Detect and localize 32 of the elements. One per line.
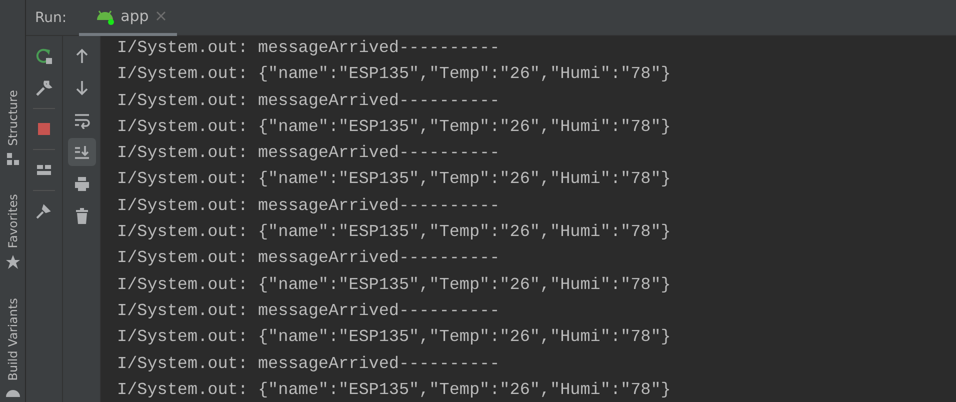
console-line: I/System.out: {"name":"ESP135","Temp":"26","Humi":"78"} (117, 169, 671, 192)
console-line: I/System.out: {"name":"ESP135","Temp":"26","Humi":"78"} (117, 274, 671, 297)
tool-window-title: Run: (35, 10, 67, 26)
console-line: I/System.out: messageArrived---------- (117, 196, 500, 218)
stop-icon (35, 120, 53, 138)
console-line: I/System.out: messageArrived---------- (117, 90, 500, 113)
console-line: I/System.out: {"name":"ESP135","Temp":"26","Humi":"78"} (117, 327, 671, 350)
pin-icon (35, 202, 53, 220)
side-tab[interactable]: Favorites (4, 194, 20, 270)
star-icon (4, 254, 20, 270)
side-tab-label: Structure (6, 90, 20, 146)
tab-label: app (120, 7, 149, 25)
console-line: I/System.out: messageArrived---------- (117, 143, 500, 166)
soft-wrap-icon (72, 111, 90, 129)
side-tab-label: Build Variants (6, 298, 20, 381)
console-line: I/System.out: {"name":"ESP135","Temp":"26","Humi":"78"} (117, 64, 671, 86)
scroll-to-end-icon (72, 143, 90, 161)
rerun-icon (35, 47, 53, 65)
console-line: I/System.out: messageArrived---------- (117, 38, 500, 60)
console-line: I/System.out: messageArrived---------- (117, 300, 500, 323)
console-line: I/System.out: {"name":"ESP135","Temp":"26","Humi":"78"} (117, 222, 671, 244)
console-line: I/System.out: {"name":"ESP135","Temp":"26","Humi":"78"} (117, 380, 671, 402)
side-tab[interactable]: Structure (6, 90, 20, 166)
wrench-icon (35, 79, 53, 97)
side-tab[interactable]: Build Variants (4, 298, 20, 397)
structure-icon (6, 152, 20, 166)
console-line: I/System.out: messageArrived---------- (117, 248, 500, 270)
console-line: I/System.out: messageArrived---------- (117, 354, 500, 376)
printer-icon (72, 175, 90, 193)
console-line: I/System.out: {"name":"ESP135","Temp":"26","Humi":"78"} (117, 116, 671, 139)
side-tab-label: Favorites (6, 194, 20, 248)
scroll-end-button[interactable] (68, 138, 96, 166)
